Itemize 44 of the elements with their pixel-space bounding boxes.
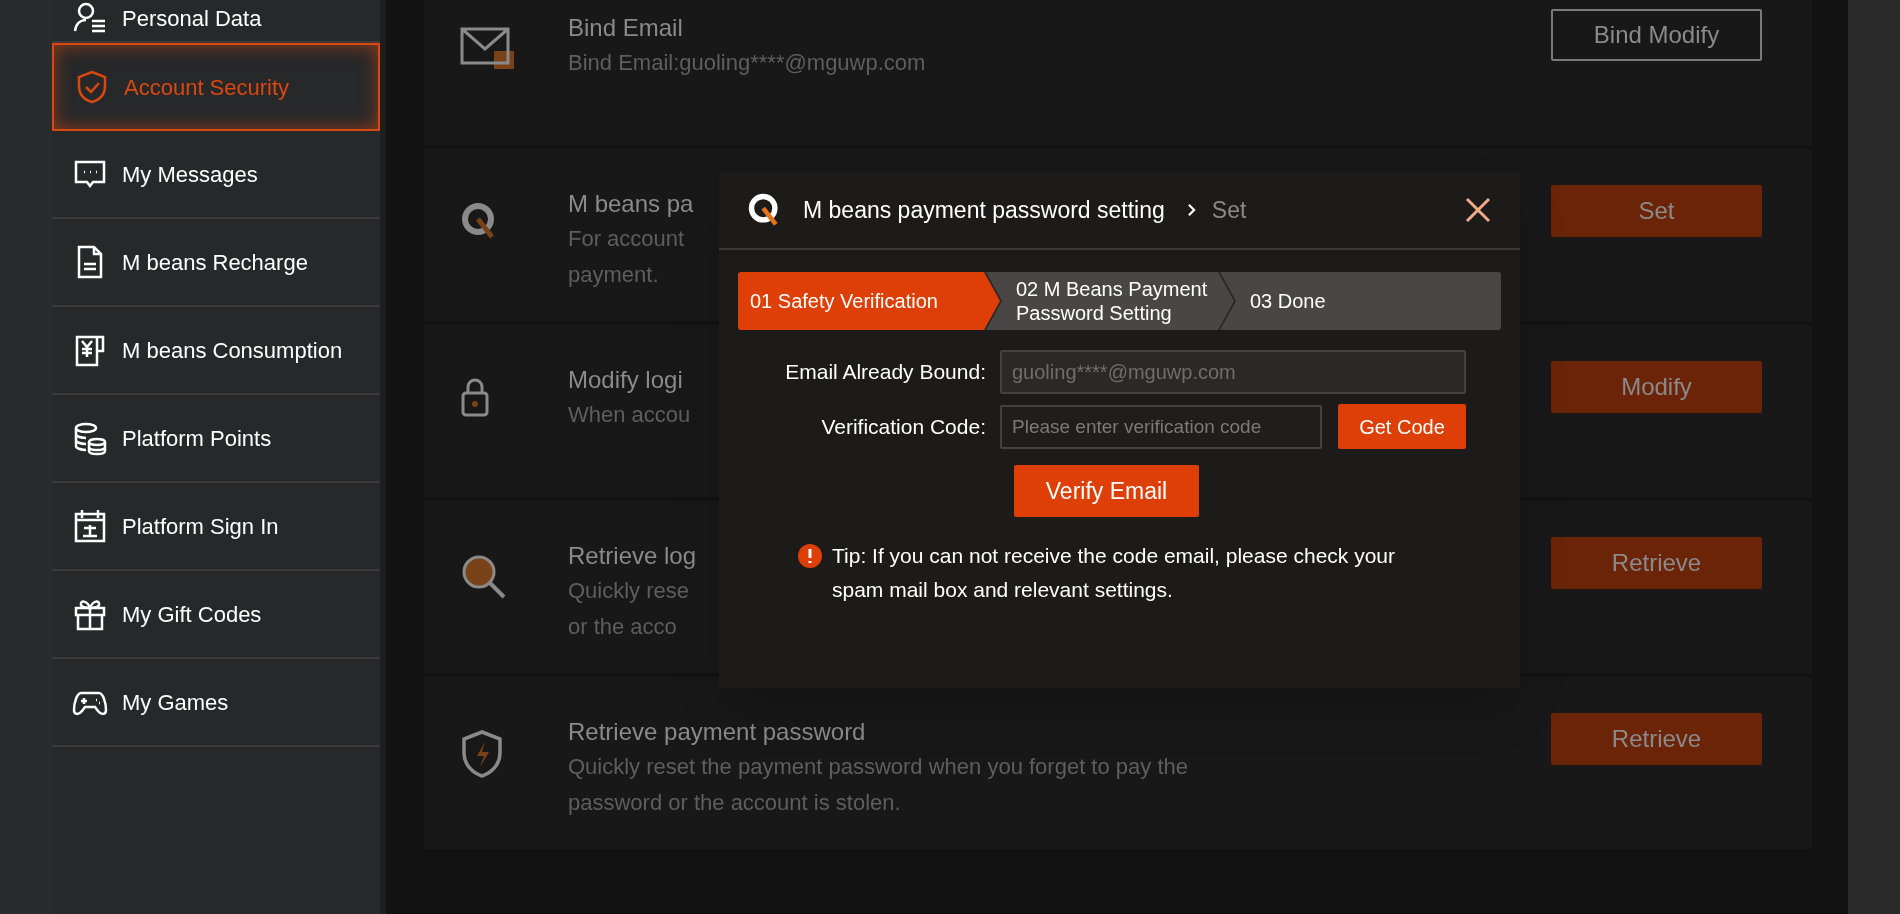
sidebar-item[interactable]: M beans Consumption <box>52 307 380 395</box>
sidebar-item[interactable]: My Games <box>52 659 380 747</box>
card-description: Quickly reset the payment password when you forget to pay the <box>568 753 1188 781</box>
field-label: Email Already Bound: <box>784 359 987 386</box>
card-action-button[interactable]: Retrieve <box>1551 713 1762 765</box>
card-description: Quickly rese <box>568 577 690 605</box>
sidebar-item[interactable]: My Gift Codes <box>52 571 380 659</box>
card-title: M beans pa <box>568 189 694 219</box>
lock-icon <box>460 377 490 417</box>
card-title: Bind Email <box>568 13 683 43</box>
dialog-title: M beans payment password setting <box>803 195 1165 225</box>
sidebar-item[interactable]: Platform Sign In <box>52 483 380 571</box>
verify-email-button[interactable]: Verify Email <box>1014 465 1199 517</box>
sidebar-item[interactable]: Account Security <box>52 43 380 131</box>
sidebar-item[interactable]: Personal Data <box>52 0 380 43</box>
card-description: When accou <box>568 401 691 429</box>
calendar-icon <box>72 508 108 544</box>
shield-bolt-icon <box>460 729 504 779</box>
coin-stack-icon <box>72 420 108 456</box>
close-icon[interactable] <box>1464 196 1492 224</box>
sidebar-item[interactable]: My Messages <box>52 131 380 219</box>
breadcrumb-current: Set <box>1211 195 1247 225</box>
card-title: Retrieve log <box>568 541 697 571</box>
magnifier-icon <box>460 553 508 601</box>
card-action-button[interactable]: Modify <box>1551 361 1762 413</box>
sidebar-item[interactable]: Platform Points <box>52 395 380 483</box>
get-code-button[interactable]: Get Code <box>1338 404 1466 449</box>
card-action-button[interactable]: Retrieve <box>1551 537 1762 589</box>
card-description: payment. <box>568 261 659 289</box>
sidebar-item[interactable]: M beans Recharge <box>52 219 380 307</box>
card-action-button[interactable]: Bind Modify <box>1551 9 1762 61</box>
chevron-right-icon <box>1186 203 1196 217</box>
card-action-button[interactable]: Set <box>1551 185 1762 237</box>
card-description: password or the account is stolen. <box>568 789 901 817</box>
card-title: Retrieve payment password <box>568 717 866 747</box>
card-description: Bind Email:guoling****@mguwp.com <box>568 49 926 77</box>
card-description: For account <box>568 225 685 253</box>
person-icon <box>72 0 108 35</box>
card-description: or the acco <box>568 613 677 641</box>
warning-icon <box>798 544 822 568</box>
verification-code-field[interactable]: Please enter verification code <box>1000 404 1322 449</box>
card-title: Modify logi <box>568 365 683 395</box>
field-label: Verification Code: <box>820 413 987 440</box>
tip-text: Tip: If you can not receive the code email, please check your spam mail box and relevant settings. <box>832 543 1397 603</box>
